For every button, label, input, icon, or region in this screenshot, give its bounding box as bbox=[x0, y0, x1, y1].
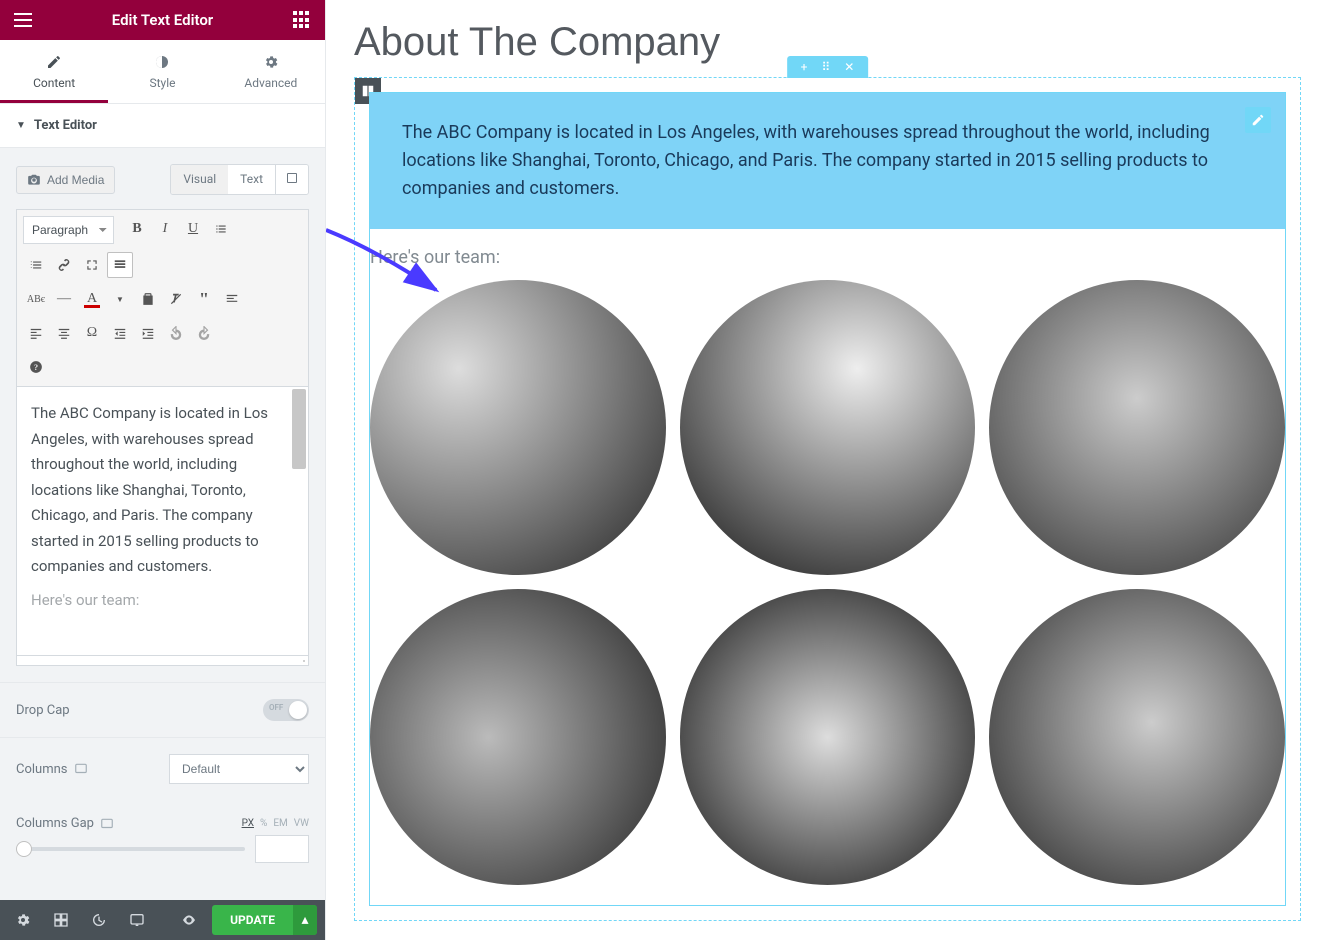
format-select[interactable]: Paragraph bbox=[23, 216, 114, 244]
wysiwyg-fullscreen-icon[interactable] bbox=[275, 165, 308, 194]
preview-button[interactable] bbox=[174, 905, 204, 935]
clear-formatting-button[interactable] bbox=[163, 286, 189, 312]
add-section-icon[interactable]: + bbox=[801, 60, 808, 74]
columns-select[interactable]: Default bbox=[169, 754, 309, 784]
paste-button[interactable] bbox=[135, 286, 161, 312]
edit-widget-icon[interactable] bbox=[1245, 107, 1271, 133]
panel-topbar: Edit Text Editor bbox=[0, 0, 325, 40]
text-editor-area[interactable]: The ABC Company is located in Los Angele… bbox=[16, 386, 309, 656]
tab-style[interactable]: Style bbox=[108, 40, 216, 103]
responsive-icon[interactable] bbox=[74, 762, 88, 776]
menu-icon[interactable] bbox=[14, 13, 32, 27]
section-text-editor[interactable]: ▼ Text Editor bbox=[0, 103, 325, 148]
indent-button[interactable] bbox=[135, 320, 161, 346]
settings-button[interactable] bbox=[8, 905, 38, 935]
section-handle: + ⠿ ✕ bbox=[787, 56, 869, 78]
wysiwyg-visual-tab[interactable]: Visual bbox=[171, 165, 228, 194]
hr-button[interactable]: — bbox=[51, 286, 77, 312]
drop-cap-toggle[interactable]: OFF bbox=[263, 699, 309, 721]
toolbar-toggle-button[interactable] bbox=[107, 252, 133, 278]
align-center-button[interactable] bbox=[51, 320, 77, 346]
list-button[interactable] bbox=[208, 216, 234, 242]
delete-section-icon[interactable]: ✕ bbox=[844, 60, 854, 74]
responsive-icon[interactable] bbox=[100, 817, 114, 831]
drop-cap-label: Drop Cap bbox=[16, 703, 70, 718]
history-button[interactable] bbox=[84, 905, 114, 935]
update-options-button[interactable]: ▴ bbox=[293, 905, 317, 935]
units-selector[interactable]: PX % EM VW bbox=[242, 818, 309, 829]
editor-resize-handle[interactable] bbox=[16, 656, 309, 666]
text-color-button[interactable]: A bbox=[79, 286, 105, 312]
panel-tabs: Content Style Advanced bbox=[0, 40, 325, 103]
redo-button[interactable] bbox=[191, 320, 217, 346]
update-button-group: UPDATE ▴ bbox=[212, 905, 317, 935]
link-button[interactable] bbox=[51, 252, 77, 278]
canvas-section[interactable]: + ⠿ ✕ The ABC Company is located in Los … bbox=[354, 77, 1301, 921]
team-avatar bbox=[989, 589, 1285, 885]
team-avatar bbox=[680, 280, 976, 576]
columns-gap-input[interactable] bbox=[255, 835, 309, 863]
panel-title: Edit Text Editor bbox=[32, 11, 293, 29]
navigator-button[interactable] bbox=[46, 905, 76, 935]
text-widget[interactable]: The ABC Company is located in Los Angele… bbox=[369, 92, 1286, 906]
add-media-button[interactable]: Add Media bbox=[16, 166, 115, 194]
blockquote-button[interactable]: " bbox=[191, 286, 217, 312]
team-avatar bbox=[370, 280, 666, 576]
help-button[interactable]: ? bbox=[23, 354, 49, 380]
team-avatar bbox=[680, 589, 976, 885]
columns-label: Columns bbox=[16, 762, 88, 777]
italic-button[interactable]: I bbox=[152, 216, 178, 242]
text-block-content: The ABC Company is located in Los Angele… bbox=[370, 93, 1285, 229]
editor-scrollbar[interactable] bbox=[292, 389, 306, 469]
team-avatar bbox=[989, 280, 1285, 576]
strikethrough-button[interactable]: ABє bbox=[23, 286, 49, 312]
svg-text:?: ? bbox=[34, 363, 38, 372]
update-button[interactable]: UPDATE bbox=[212, 905, 293, 935]
bold-button[interactable]: B bbox=[124, 216, 150, 242]
edit-section-icon[interactable]: ⠿ bbox=[821, 60, 830, 74]
team-avatar bbox=[370, 589, 666, 885]
columns-gap-label: Columns Gap bbox=[16, 816, 114, 831]
special-char-button[interactable]: Ω bbox=[79, 320, 105, 346]
align-left-button[interactable] bbox=[23, 320, 49, 346]
numlist-button[interactable] bbox=[23, 252, 49, 278]
tab-advanced[interactable]: Advanced bbox=[217, 40, 325, 103]
columns-gap-slider[interactable] bbox=[16, 847, 245, 851]
underline-button[interactable]: U bbox=[180, 216, 206, 242]
tab-content[interactable]: Content bbox=[0, 40, 108, 103]
expand-button[interactable] bbox=[79, 252, 105, 278]
undo-button[interactable] bbox=[163, 320, 189, 346]
panel-bottombar: UPDATE ▴ bbox=[0, 900, 325, 940]
team-grid bbox=[370, 274, 1285, 905]
team-heading: Here's our team: bbox=[370, 229, 1285, 274]
widgets-icon[interactable] bbox=[293, 11, 311, 29]
align-button[interactable] bbox=[219, 286, 245, 312]
caret-down-icon: ▼ bbox=[16, 120, 26, 131]
outdent-button[interactable] bbox=[107, 320, 133, 346]
editor-toolbar: Paragraph B I U ABє — A ▼ " bbox=[16, 209, 309, 386]
responsive-button[interactable] bbox=[122, 905, 152, 935]
text-color-picker[interactable]: ▼ bbox=[107, 286, 133, 312]
wysiwyg-text-tab[interactable]: Text bbox=[228, 165, 275, 194]
